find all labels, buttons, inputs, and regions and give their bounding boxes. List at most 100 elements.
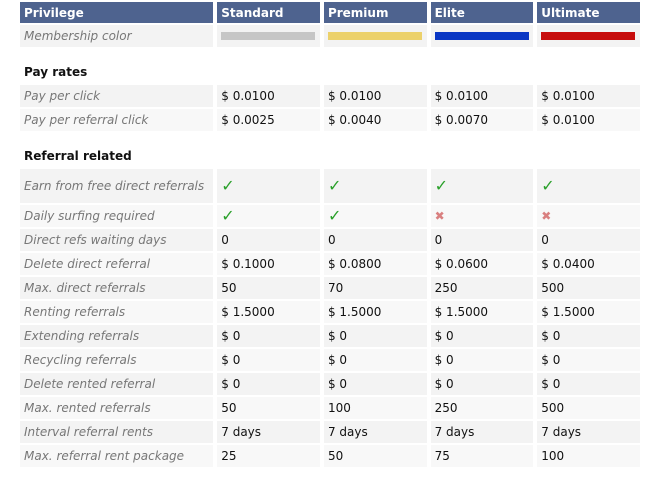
section-referral-related: Referral related (24, 149, 132, 163)
table-row: Earn from free direct referrals ✓ ✓ ✓ ✓ (20, 169, 640, 203)
value-cell: $ 0 (537, 325, 640, 347)
value-cell: $ 0.0100 (430, 85, 534, 107)
row-label: Max. rented referrals (20, 397, 214, 419)
header-row: Privilege Standard Premium Elite Ultimat… (20, 2, 640, 23)
value-cell: $ 0 (217, 325, 320, 347)
value-cell: 500 (537, 277, 640, 299)
row-label: Max. referral rent package (20, 445, 214, 467)
value-cell: 7 days (537, 421, 640, 443)
value-cell: $ 1.5000 (217, 301, 320, 323)
row-label: Membership color (20, 25, 214, 47)
value-cell: $ 0.0070 (430, 109, 534, 131)
value-cell: ✓ (323, 169, 427, 203)
value-cell: ✓ (217, 205, 320, 227)
table-row: Max. direct referrals 50 70 250 500 (20, 277, 640, 299)
value-cell: 0 (430, 229, 534, 251)
value-cell: 7 days (323, 421, 427, 443)
value-cell: ✖ (537, 205, 640, 227)
value-cell: 50 (217, 277, 320, 299)
color-swatch-standard (221, 32, 316, 40)
header-standard: Standard (217, 2, 320, 23)
value-cell: ✓ (217, 169, 320, 203)
privilege-table: Privilege Standard Premium Elite Ultimat… (16, 0, 644, 469)
value-cell: $ 0.0800 (323, 253, 427, 275)
color-swatch-elite (434, 32, 529, 40)
value-cell: 50 (323, 445, 427, 467)
value-cell: $ 0 (430, 325, 534, 347)
value-cell: 50 (217, 397, 320, 419)
check-icon: ✓ (221, 206, 235, 225)
value-cell: 25 (217, 445, 320, 467)
value-cell: 7 days (217, 421, 320, 443)
value-cell: $ 0 (323, 325, 427, 347)
row-label: Direct refs waiting days (20, 229, 214, 251)
cross-icon: ✖ (434, 209, 445, 223)
table-row: Recycling referrals $ 0 $ 0 $ 0 $ 0 (20, 349, 640, 371)
value-cell: ✓ (537, 169, 640, 203)
value-cell: 0 (217, 229, 320, 251)
value-cell: $ 0.0025 (217, 109, 320, 131)
value-cell: 75 (430, 445, 534, 467)
table-row: Pay per referral click $ 0.0025 $ 0.0040 $ … (20, 109, 640, 131)
row-label: Renting referrals (20, 301, 214, 323)
check-icon: ✓ (327, 206, 342, 225)
value-cell: $ 0.0100 (217, 85, 320, 107)
table-row: Max. referral rent package 25 50 75 100 (20, 445, 640, 467)
row-label: Earn from free direct referrals (20, 169, 214, 203)
value-cell: ✖ (430, 205, 534, 227)
row-label: Delete rented referral (20, 373, 214, 395)
row-label: Daily surfing required (20, 205, 214, 227)
row-label: Delete direct referral (20, 253, 214, 275)
value-cell: $ 0.1000 (217, 253, 320, 275)
value-cell: $ 0 (430, 373, 534, 395)
value-cell: $ 0 (323, 349, 427, 371)
check-icon: ✓ (221, 176, 235, 195)
value-cell: $ 0 (537, 349, 640, 371)
row-label: Max. direct referrals (20, 277, 214, 299)
row-label: Pay per referral click (20, 109, 214, 131)
check-icon: ✓ (434, 176, 449, 195)
value-cell: $ 0.0040 (323, 109, 427, 131)
value-cell: 7 days (430, 421, 534, 443)
value-cell: 70 (323, 277, 427, 299)
value-cell: $ 1.5000 (537, 301, 640, 323)
value-cell: ✓ (430, 169, 534, 203)
table-row: Renting referrals $ 1.5000 $ 1.5000 $ 1.500… (20, 301, 640, 323)
table-row: Delete rented referral $ 0 $ 0 $ 0 $ 0 (20, 373, 640, 395)
row-label: Pay per click (20, 85, 214, 107)
value-cell: $ 0.0100 (537, 109, 640, 131)
value-cell: 100 (323, 397, 427, 419)
value-cell: 0 (537, 229, 640, 251)
table-row: Delete direct referral $ 0.1000 $ 0.0800 $ … (20, 253, 640, 275)
row-label: Recycling referrals (20, 349, 214, 371)
value-cell: 0 (323, 229, 427, 251)
cross-icon: ✖ (541, 209, 552, 223)
check-icon: ✓ (541, 176, 555, 195)
table-row: Extending referrals $ 0 $ 0 $ 0 $ 0 (20, 325, 640, 347)
color-swatch-premium (327, 32, 422, 40)
value-cell: $ 0 (323, 373, 427, 395)
header-privilege: Privilege (20, 2, 214, 23)
header-premium: Premium (323, 2, 427, 23)
section-pay-rates: Pay rates (24, 65, 88, 79)
table-row: Interval referral rents 7 days 7 days 7 day… (20, 421, 640, 443)
value-cell: 250 (430, 277, 534, 299)
value-cell: $ 1.5000 (323, 301, 427, 323)
value-cell: 250 (430, 397, 534, 419)
header-ultimate: Ultimate (537, 2, 640, 23)
value-cell: 100 (537, 445, 640, 467)
value-cell: $ 0.0100 (537, 85, 640, 107)
value-cell: $ 0 (217, 349, 320, 371)
table-row: Direct refs waiting days 0 0 0 0 (20, 229, 640, 251)
value-cell: $ 0.0400 (537, 253, 640, 275)
table-row: Max. rented referrals 50 100 250 500 (20, 397, 640, 419)
value-cell: ✓ (323, 205, 427, 227)
row-label: Extending referrals (20, 325, 214, 347)
membership-color-row: Membership color (20, 25, 640, 47)
check-icon: ✓ (327, 176, 342, 195)
value-cell: $ 0 (430, 349, 534, 371)
value-cell: 500 (537, 397, 640, 419)
row-label: Interval referral rents (20, 421, 214, 443)
value-cell: $ 0.0600 (430, 253, 534, 275)
table-row: Pay per click $ 0.0100 $ 0.0100 $ 0.0100 $ 0… (20, 85, 640, 107)
